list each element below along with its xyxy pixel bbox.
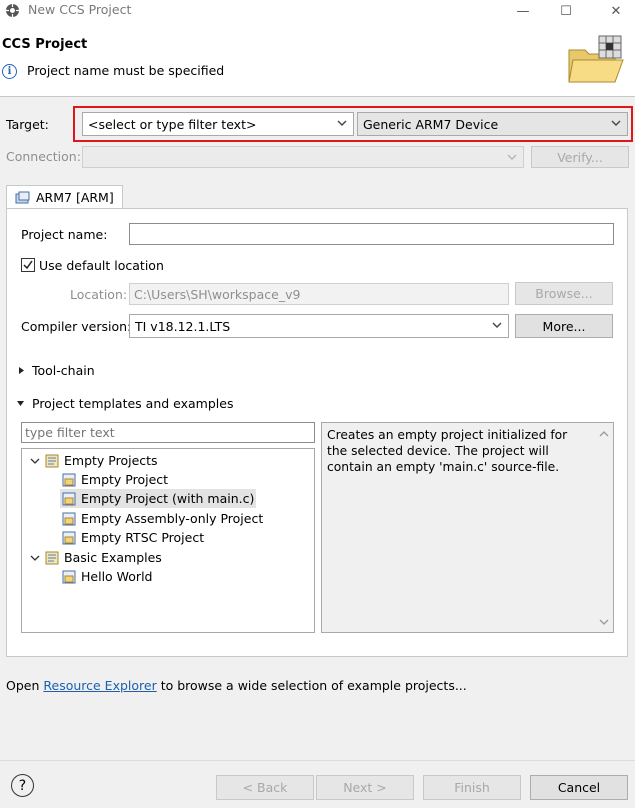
location-input[interactable]: C:\Users\SH\workspace_v9 — [129, 283, 509, 305]
footer-divider — [0, 760, 635, 761]
hint-text-after: to browse a wide selection of example pr… — [156, 678, 467, 693]
project-template-icon — [62, 473, 76, 486]
verify-button[interactable]: Verify... — [531, 146, 629, 168]
templates-section-toggle[interactable]: Project templates and examples — [16, 396, 233, 411]
app-icon — [5, 3, 20, 18]
tree-item-empty-assembly-project[interactable]: Empty Assembly-only Project — [62, 509, 263, 528]
status-message: Project name must be specified — [27, 63, 225, 78]
chevron-down-icon — [30, 555, 40, 561]
template-filter-input[interactable] — [21, 422, 315, 443]
use-default-location-label: Use default location — [39, 258, 164, 273]
close-button[interactable]: ✕ — [596, 0, 635, 22]
next-button[interactable]: Next > — [316, 775, 414, 800]
tree-item-empty-rtsc-project[interactable]: Empty RTSC Project — [62, 528, 204, 547]
templates-section-label: Project templates and examples — [32, 396, 234, 411]
tab-label: ARM7 [ARM] — [36, 190, 114, 205]
target-filter-combo[interactable]: <select or type filter text> — [82, 112, 354, 136]
connection-label: Connection: — [6, 149, 81, 164]
project-name-label: Project name: — [21, 227, 108, 242]
template-description-text: Creates an empty project initialized for… — [327, 428, 568, 474]
target-label: Target: — [6, 117, 49, 132]
location-label: Location: — [70, 287, 128, 302]
tree-item-label: Hello World — [81, 569, 153, 584]
page-title: CCS Project — [2, 37, 88, 52]
toolchain-section-label: Tool-chain — [32, 363, 95, 378]
project-template-icon — [62, 512, 76, 525]
cancel-button[interactable]: Cancel — [530, 775, 628, 800]
wizard-header: CCS Project i Project name must be speci… — [0, 22, 635, 97]
chevron-down-icon — [507, 154, 517, 160]
chevron-down-icon — [611, 120, 621, 126]
template-description-panel: Creates an empty project initialized for… — [321, 422, 614, 633]
chevron-right-icon — [19, 367, 24, 374]
tree-group-label: Empty Projects — [64, 453, 158, 468]
tree-item-label: Empty Assembly-only Project — [81, 511, 264, 526]
target-filter-value: <select or type filter text> — [88, 116, 257, 132]
project-template-icon — [62, 570, 76, 583]
compiler-version-combo[interactable]: TI v18.12.1.LTS — [129, 314, 509, 338]
template-folder-icon — [45, 551, 59, 564]
help-icon[interactable]: ? — [11, 774, 34, 797]
tree-item-label: Empty Project (with main.c) — [81, 491, 255, 506]
tree-item-label: Empty Project — [81, 472, 169, 487]
tree-group-label: Basic Examples — [64, 550, 162, 565]
chevron-down-icon — [492, 322, 502, 328]
tree-item-empty-project[interactable]: Empty Project — [62, 470, 168, 489]
target-device-value: Generic ARM7 Device — [363, 116, 499, 132]
info-icon: i — [2, 64, 17, 79]
finish-button[interactable]: Finish — [423, 775, 521, 800]
target-device-combo[interactable]: Generic ARM7 Device — [357, 112, 628, 136]
chevron-down-icon — [17, 401, 24, 406]
template-folder-icon — [45, 454, 59, 467]
compiler-version-label: Compiler version: — [21, 319, 132, 334]
project-template-icon — [62, 492, 76, 505]
scroll-down-icon[interactable] — [598, 617, 610, 627]
compiler-version-value: TI v18.12.1.LTS — [135, 318, 231, 334]
browse-button[interactable]: Browse... — [515, 282, 613, 305]
tree-item-empty-project-main[interactable]: Empty Project (with main.c) — [60, 489, 257, 508]
minimize-button[interactable]: — — [503, 0, 543, 22]
location-value: C:\Users\SH\workspace_v9 — [134, 287, 301, 302]
maximize-button[interactable]: ☐ — [546, 0, 586, 22]
checkmark-icon — [23, 260, 33, 270]
connection-combo[interactable] — [82, 146, 524, 168]
project-template-icon — [62, 531, 76, 544]
tree-item-hello-world[interactable]: Hello World — [62, 567, 152, 586]
window-title: New CCS Project — [28, 2, 132, 17]
tree-group-basic-examples[interactable]: Basic Examples — [30, 548, 162, 567]
toolchain-section-toggle[interactable]: Tool-chain — [17, 363, 95, 378]
resource-explorer-link[interactable]: Resource Explorer — [43, 678, 156, 693]
use-default-location-checkbox[interactable] — [21, 258, 35, 272]
template-tree: Empty Projects Empty Project Empty Proje… — [21, 448, 315, 633]
chevron-down-icon — [30, 458, 40, 464]
more-button[interactable]: More... — [515, 314, 613, 338]
chevron-down-icon — [337, 120, 347, 126]
tree-item-label: Empty RTSC Project — [81, 530, 205, 545]
tab-arm7[interactable]: ARM7 [ARM] — [6, 185, 123, 209]
scroll-up-icon[interactable] — [598, 429, 610, 439]
hint-text-before: Open — [6, 678, 44, 693]
device-icon — [15, 191, 31, 205]
resource-explorer-hint: Open Resource Explorer to browse a wide … — [6, 678, 467, 693]
folder-wizard-icon — [563, 30, 629, 88]
project-name-input[interactable] — [129, 223, 614, 245]
back-button[interactable]: < Back — [216, 775, 314, 800]
tree-group-empty-projects[interactable]: Empty Projects — [30, 451, 158, 470]
title-bar: New CCS Project — ☐ ✕ — [0, 0, 635, 22]
